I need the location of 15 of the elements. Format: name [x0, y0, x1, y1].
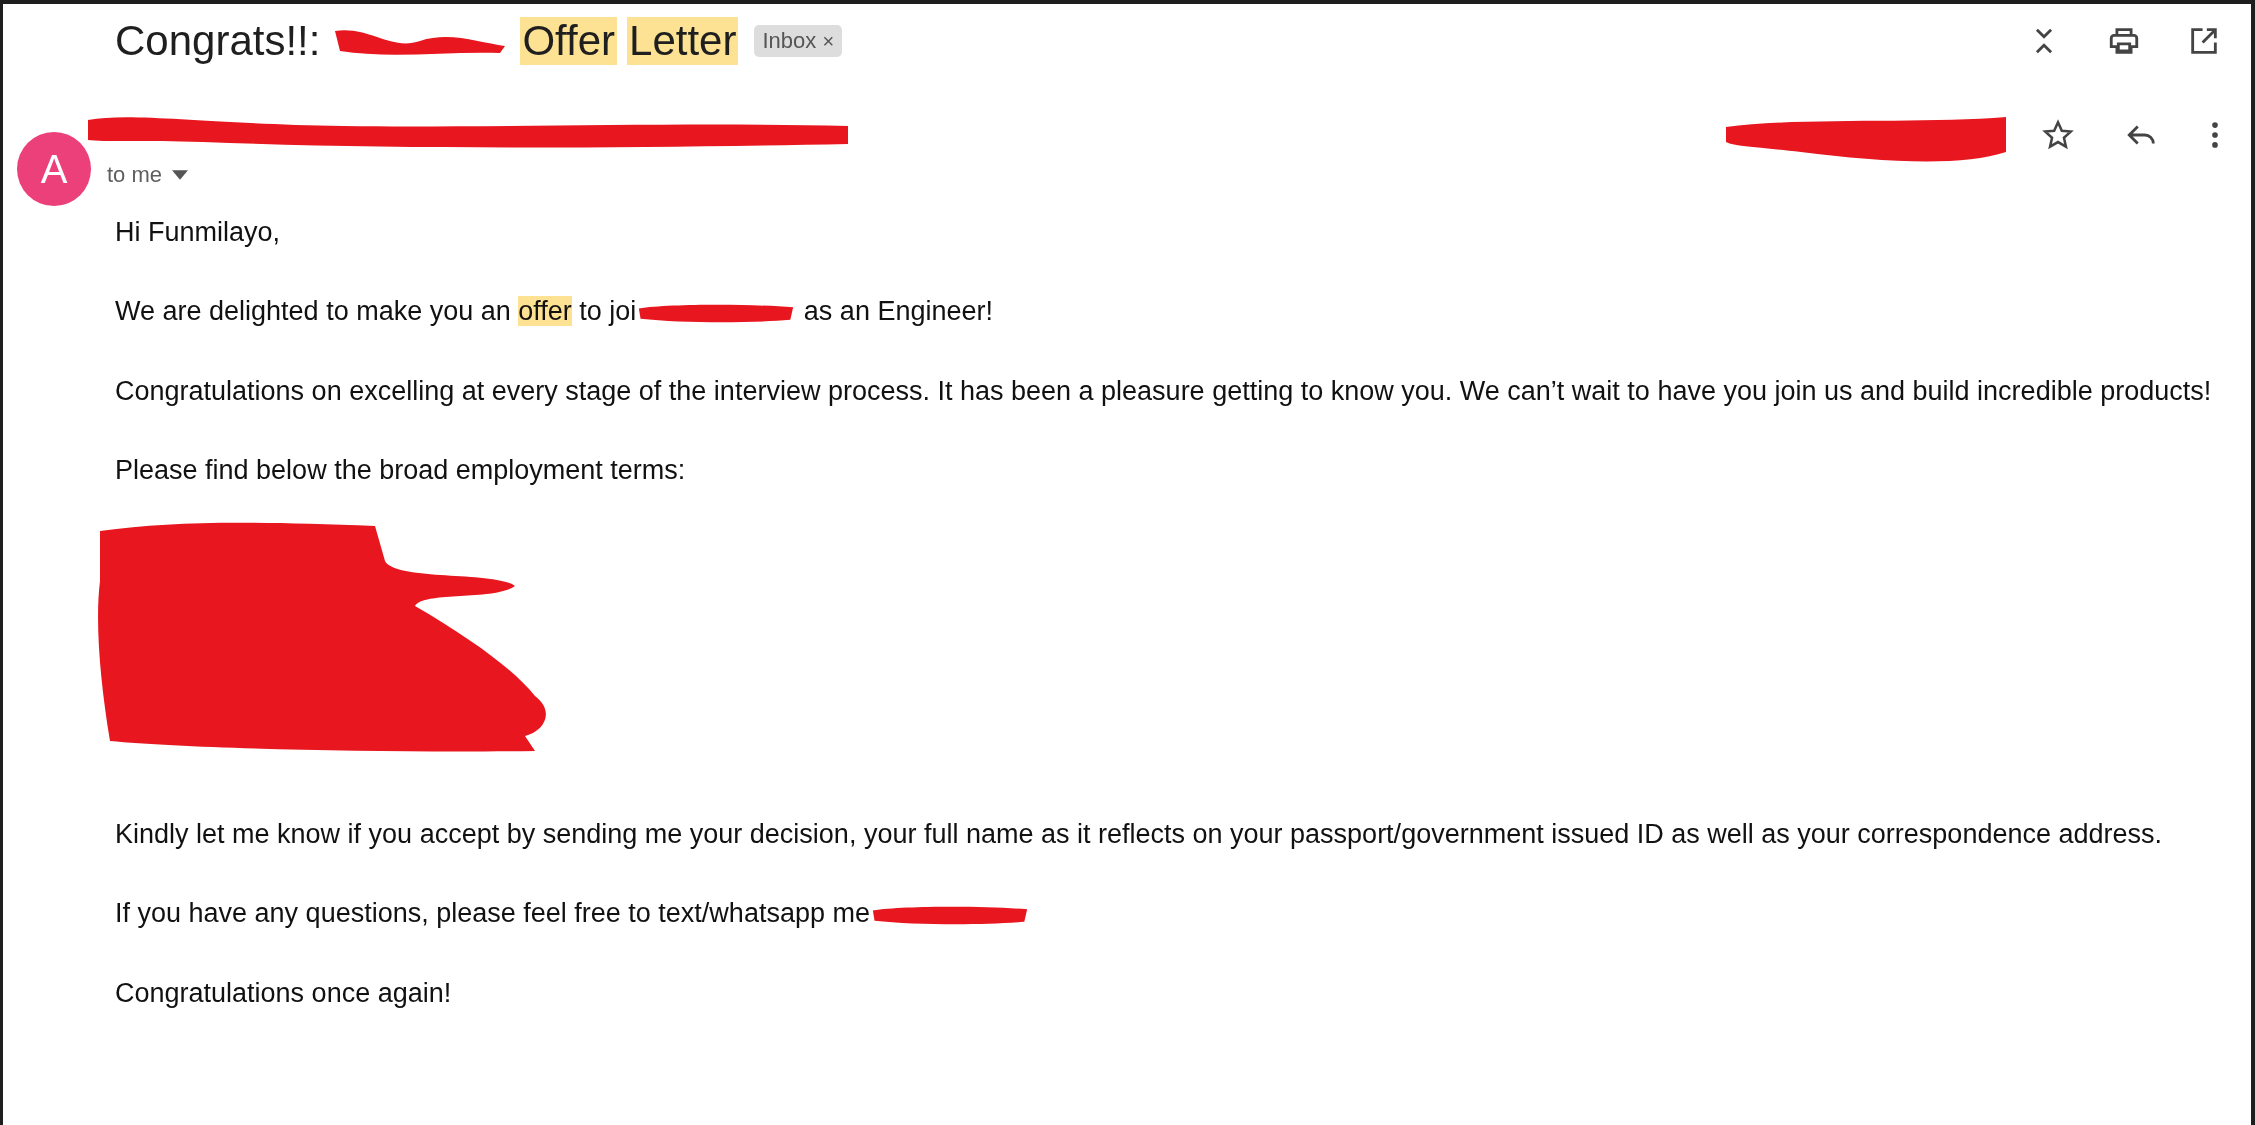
body-paragraph: Please find below the broad employment terms: [115, 453, 687, 487]
body-paragraph: Congratulations on excelling at every stage of the interview process. It has been a pleasure getting to know you. We can’t wait to have you join us and build incredible products! [115, 374, 2213, 408]
inbox-label[interactable]: Inbox × [754, 25, 843, 57]
body-paragraph: If you have any questions, please feel free to text/whatsapp me [115, 895, 2215, 933]
body-paragraph: We are delighted to make you an offer to joi as an Engineer! [115, 293, 2215, 331]
subject-word: Congrats!!: [115, 17, 321, 65]
subject-word: Offer [520, 17, 618, 65]
body-paragraph: Hi Funmilayo, [115, 216, 282, 249]
body-paragraph: Congratulations once again! [115, 976, 453, 1010]
sender-avatar: A [17, 132, 91, 206]
star-icon[interactable] [2041, 118, 2075, 152]
subject-word: Letter [627, 17, 739, 65]
caret-icon[interactable] [172, 170, 189, 180]
recipient-text: to me [107, 162, 163, 188]
body-paragraph: Kindly let me know if you accept by sending me your decision, your full name as it reflects on your passport/government issued ID as well as your correspondence address. [115, 818, 2164, 851]
